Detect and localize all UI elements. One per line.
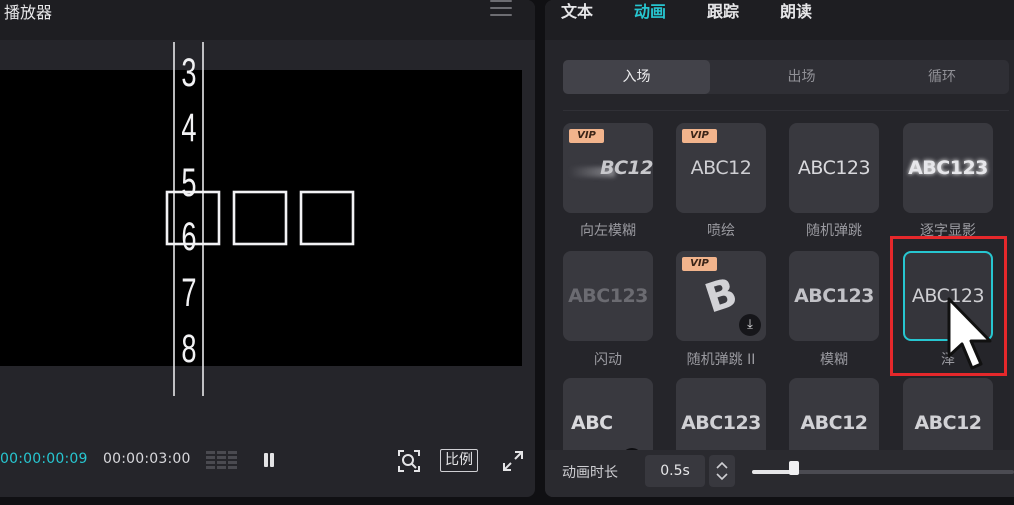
animation-tile[interactable]: ABC12 VIP [676,123,766,213]
ruler-number: 7 [181,271,196,315]
download-icon[interactable]: ⤓ [739,314,761,336]
zoom-fit-icon[interactable] [397,449,421,473]
animation-preview: ABC123 [911,285,985,307]
animation-label: 向左模糊 [580,223,636,239]
animation-tile[interactable]: ABC123 [789,251,879,341]
animation-label: 闪动 [594,352,622,368]
animation-label: 随机弹跳 II [686,352,756,368]
ruler-number: 4 [181,106,196,150]
vip-badge: VIP [682,257,717,271]
ruler-number: 6 [181,215,196,259]
aspect-ratio-button[interactable]: 比例 [440,449,478,472]
player-controls: 00:00:00:09 00:00:03:00 比例 [0,440,535,480]
duration-label: 动画时长 [562,465,618,481]
animation-label: 随机弹跳 [806,223,862,239]
animation-preview: ABC123 [794,285,874,307]
pause-icon[interactable] [262,451,276,469]
ruler-number: 3 [181,51,196,95]
animation-tile[interactable]: ABC123 [903,123,993,213]
animation-tile-selected[interactable]: ABC123 [903,251,993,341]
chevron-up-down-icon[interactable] [709,455,735,487]
animation-preview: ABC123 [568,285,648,307]
preview-overlay: 3 4 5 6 7 8 [165,42,355,396]
player-panel: 播放器 3 4 5 6 7 8 00:00:00:09 00:00:03:00 [0,0,535,497]
fullscreen-icon[interactable] [501,449,525,473]
animation-label: 逐字显影 [920,223,976,239]
duration-input[interactable]: 0.5s [645,455,705,487]
animation-preview: ABC123 [908,157,988,179]
duration-bar: 动画时长 0.5s [545,450,1014,497]
animation-tile[interactable]: B VIP ⤓ [676,251,766,341]
animation-tile[interactable]: ABC123 [563,251,653,341]
animation-tile[interactable]: BC12 VIP [563,123,653,213]
placeholder-box [232,190,288,246]
motion-blur [569,167,615,177]
total-time: 00:00:03:00 [103,451,191,467]
waveform-icon[interactable] [206,449,239,473]
animation-label: 模糊 [820,352,848,368]
ruler-number: 8 [181,327,196,371]
vip-badge: VIP [682,129,717,143]
slider-fill [752,470,794,474]
animation-tile[interactable]: ABC123 [789,123,879,213]
animation-grid: BC12 VIP 向左模糊 ABC12 VIP 喷绘 ABC123 随机弹跳 A… [545,0,1014,468]
placeholder-box [299,190,355,246]
current-time: 00:00:00:09 [0,451,88,467]
ruler-number: 5 [181,161,196,205]
animation-preview: ABC123 [797,157,871,179]
animation-label: 泽 [941,352,955,368]
animation-label: 喷绘 [707,223,735,239]
animation-panel: 文本 动画 跟踪 朗读 入场 出场 循环 BC12 VIP 向左模糊 ABC12… [545,0,1014,497]
vip-badge: VIP [569,129,604,143]
slider-thumb[interactable] [789,461,799,475]
